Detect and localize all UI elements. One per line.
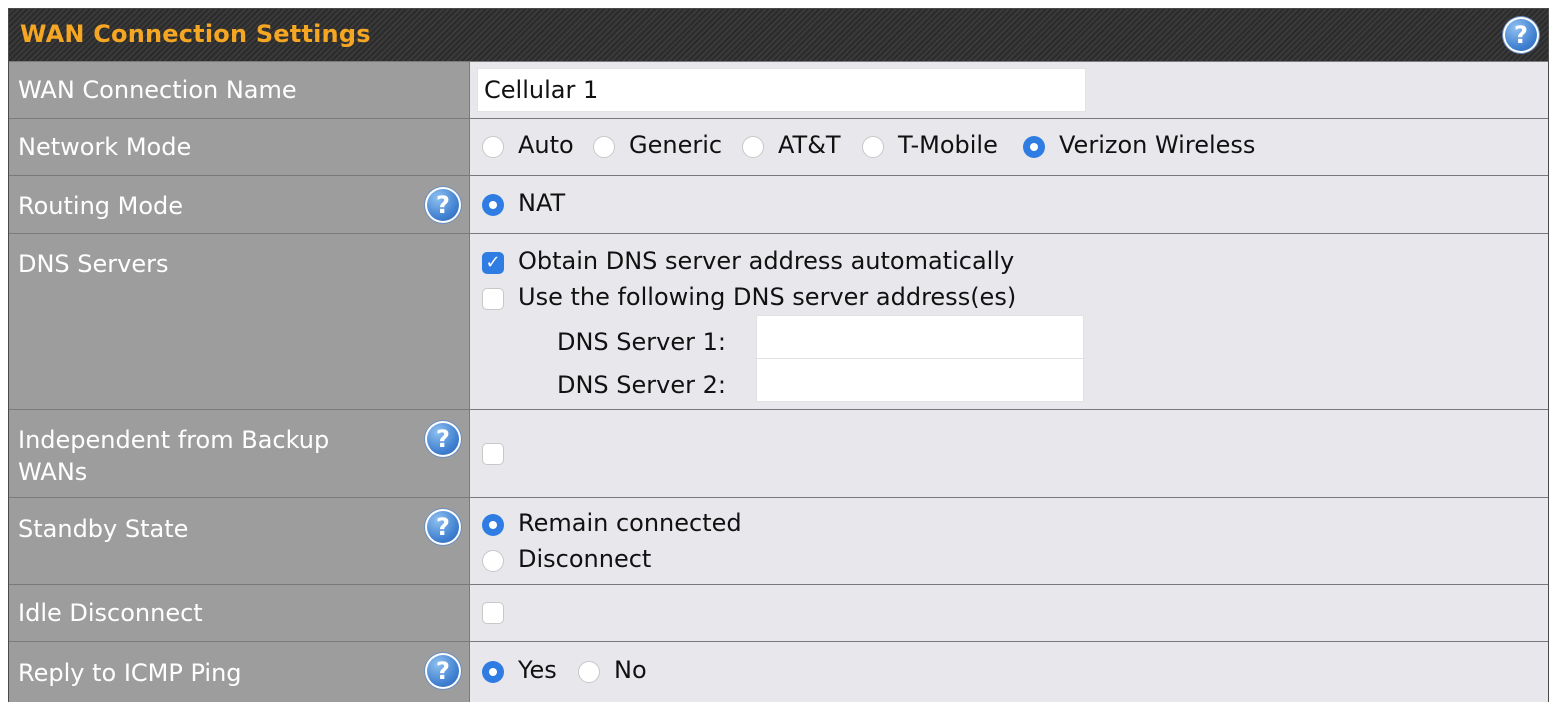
row-independent-from-backup-wans: Independent from Backup WANs ? — [9, 409, 1548, 498]
radio-label-icmp-yes: Yes — [518, 656, 557, 684]
question-icon[interactable]: ? — [1503, 17, 1539, 53]
row-label: WAN Connection Name — [18, 76, 297, 104]
value-cell — [470, 410, 1548, 498]
row-standby-state: Standby State ? Remain connected Disconn… — [9, 497, 1548, 585]
row-label: Reply to ICMP Ping — [18, 659, 242, 687]
radio-label-verizon-wireless: Verizon Wireless — [1059, 131, 1256, 159]
label-cell: Reply to ICMP Ping ? — [9, 642, 470, 702]
dns-server-1-input[interactable] — [756, 315, 1084, 359]
value-cell: Auto Generic AT&T T-Mobile Verizon Wirel… — [470, 119, 1548, 176]
row-label: Idle Disconnect — [18, 599, 203, 627]
row-dns-servers: DNS Servers ✓ Obtain DNS server address … — [9, 233, 1548, 410]
radio-label-nat: NAT — [518, 189, 566, 217]
question-icon[interactable]: ? — [425, 653, 461, 689]
checkbox-independent-from-backup[interactable] — [482, 443, 504, 465]
row-wan-connection-name: WAN Connection Name Cellular 1 — [9, 61, 1548, 119]
panel-header: WAN Connection Settings ? — [9, 9, 1548, 62]
radio-label-auto: Auto — [518, 131, 574, 159]
label-cell: Idle Disconnect — [9, 585, 470, 642]
radio-att[interactable] — [742, 136, 764, 158]
row-label-line1: Independent from Backup — [18, 426, 330, 454]
question-icon[interactable]: ? — [425, 509, 461, 545]
radio-verizon-wireless[interactable] — [1023, 136, 1045, 158]
label-cell: Routing Mode ? — [9, 176, 470, 234]
question-icon[interactable]: ? — [425, 421, 461, 457]
row-label: Network Mode — [18, 133, 192, 161]
panel-title: WAN Connection Settings — [20, 20, 371, 48]
value-cell: NAT — [470, 176, 1548, 234]
radio-remain-connected[interactable] — [482, 514, 504, 536]
label-cell: Network Mode — [9, 119, 470, 176]
checkbox-use-following-dns[interactable] — [482, 288, 504, 310]
question-icon[interactable]: ? — [425, 187, 461, 223]
row-label-line2: WANs — [18, 458, 88, 486]
label-dns-server-1: DNS Server 1: — [557, 328, 726, 356]
row-label: DNS Servers — [18, 250, 169, 278]
radio-auto[interactable] — [482, 136, 504, 158]
row-network-mode: Network Mode Auto Generic AT&T T-Mobile … — [9, 118, 1548, 176]
value-cell: Cellular 1 — [470, 62, 1548, 119]
value-cell — [470, 585, 1548, 642]
dns-server-2-input[interactable] — [756, 358, 1084, 402]
radio-label-remain-connected: Remain connected — [518, 509, 742, 537]
checkbox-idle-disconnect[interactable] — [482, 602, 504, 624]
radio-label-att: AT&T — [778, 131, 841, 159]
value-cell: Yes No — [470, 642, 1548, 702]
label-dns-server-2: DNS Server 2: — [557, 371, 726, 399]
radio-icmp-no[interactable] — [578, 661, 600, 683]
radio-tmobile[interactable] — [862, 136, 884, 158]
row-label: Standby State — [18, 515, 189, 543]
radio-generic[interactable] — [593, 136, 615, 158]
row-routing-mode: Routing Mode ? NAT — [9, 175, 1548, 234]
row-idle-disconnect: Idle Disconnect — [9, 584, 1548, 642]
checkbox-obtain-dns-auto[interactable]: ✓ — [482, 252, 504, 274]
radio-label-icmp-no: No — [614, 656, 647, 684]
label-cell: Independent from Backup WANs ? — [9, 410, 470, 498]
value-cell: Remain connected Disconnect — [470, 498, 1548, 585]
radio-label-disconnect: Disconnect — [518, 545, 652, 573]
radio-disconnect[interactable] — [482, 550, 504, 572]
label-cell: Standby State ? — [9, 498, 470, 585]
label-cell: DNS Servers — [9, 234, 470, 410]
value-cell: ✓ Obtain DNS server address automaticall… — [470, 234, 1548, 410]
wan-connection-name-input[interactable]: Cellular 1 — [477, 68, 1086, 112]
row-label: Routing Mode — [18, 192, 184, 220]
radio-nat[interactable] — [482, 194, 504, 216]
radio-icmp-yes[interactable] — [482, 661, 504, 683]
row-reply-to-icmp-ping: Reply to ICMP Ping ? Yes No — [9, 641, 1548, 702]
label-obtain-dns-auto: Obtain DNS server address automatically — [518, 247, 1015, 275]
label-use-following-dns: Use the following DNS server address(es) — [518, 283, 1017, 311]
label-cell: WAN Connection Name — [9, 62, 470, 119]
radio-label-generic: Generic — [629, 131, 723, 159]
wan-connection-settings-panel: WAN Connection Settings ? WAN Connection… — [8, 8, 1549, 702]
radio-label-tmobile: T-Mobile — [898, 131, 998, 159]
